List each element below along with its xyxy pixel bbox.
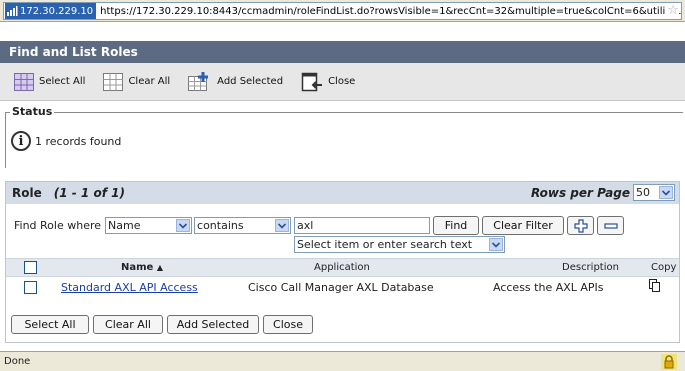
rows-per-page: Rows per Page 50 [531,184,675,201]
copy-icon[interactable] [649,279,661,295]
select-all-row-checkbox[interactable] [24,261,37,274]
bottom-add-selected-button[interactable]: Add Selected [167,315,259,334]
clear-all-grid-icon [103,72,124,91]
url-field[interactable]: 172.30.229.10 https://172.30.229.10:8443… [3,2,682,20]
results-panel: Role (1 - 1 of 1) Rows per Page 50 Find … [5,181,680,343]
role-name-link[interactable]: Standard AXL API Access [61,281,198,294]
sort-ascending-icon: ▲ [156,263,163,272]
status-message-text: 1 records found [35,134,122,148]
rows-per-page-select[interactable]: 50 [633,184,675,201]
search-operator-select[interactable]: contains [194,217,292,234]
roles-table: Name ▲ Application Description Copy Stan… [6,258,679,297]
minus-icon [603,222,618,229]
find-label: Find Role where [14,219,102,232]
toolbar-select-all-label: Select All [39,76,86,87]
browser-status-bar: Done [0,351,685,371]
browser-address-bar: 172.30.229.10 https://172.30.229.10:8443… [0,0,685,22]
bottom-close-button[interactable]: Close [263,315,313,334]
find-button[interactable]: Find [433,216,480,235]
browser-status-text: Done [4,356,31,367]
search-input[interactable]: axl [294,217,431,234]
site-ip-label: 172.30.229.10 [20,5,94,17]
status-message: i 1 records found [11,131,121,151]
toolbar-add-selected-label: Add Selected [217,76,284,87]
clear-filter-button[interactable]: Clear Filter [482,216,565,235]
search-field-select[interactable]: Name [105,217,193,234]
column-header-name[interactable]: Name ▲ [121,262,163,273]
bookmark-star-icon[interactable]: ☆ [665,3,679,18]
site-identity-chip[interactable]: 172.30.229.10 [5,3,97,19]
toolbar-close-label: Close [328,76,356,87]
column-header-description[interactable]: Description [562,262,619,273]
results-count: (1 - 1 of 1) [53,186,125,200]
status-legend: Status [10,105,55,118]
results-header: Role (1 - 1 of 1) Rows per Page 50 [6,182,679,204]
chevron-down-icon[interactable] [275,219,290,232]
search-row: Find Role where Name contains axl Find C… [14,216,625,235]
lock-icon[interactable] [661,354,677,370]
status-fieldset: Status i 1 records found [5,105,683,168]
search-hint-text: Select item or enter search text [297,238,473,251]
toolbar-clear-all-button[interactable]: Clear All [103,72,171,91]
chevron-down-icon[interactable] [176,219,191,232]
plus-icon [573,218,588,233]
toolbar-clear-all-label: Clear All [128,76,171,87]
search-operator-value: contains [197,219,244,232]
bottom-select-all-button[interactable]: Select All [11,315,89,334]
rows-per-page-label: Rows per Page [531,185,630,200]
page-title: Find and List Roles [0,41,685,63]
search-field-value: Name [108,219,141,232]
table-row: Standard AXL API Access Cisco Call Manag… [6,277,679,297]
column-header-copy[interactable]: Copy [651,262,676,273]
chevron-down-icon[interactable] [659,186,673,199]
role-description: Access the AXL APIs [493,280,604,294]
role-application: Cisco Call Manager AXL Database [248,280,434,294]
table-header-row: Name ▲ Application Description Copy [6,258,679,277]
url-text: https://172.30.229.10:8443/ccmadmin/role… [100,5,682,17]
select-all-grid-icon [14,72,34,91]
toolbar-select-all-button[interactable]: Select All [14,72,86,91]
info-icon: i [11,131,31,151]
signal-icon [7,6,18,16]
toolbar-close-button[interactable]: Close [301,72,355,92]
add-selected-icon [188,71,209,91]
toolbar-add-selected-button[interactable]: Add Selected [188,71,284,92]
rows-per-page-value: 50 [636,186,650,199]
toolbar: Select All Clear All Add Selected Close [0,63,685,101]
column-header-application[interactable]: Application [314,262,370,273]
add-criteria-button[interactable] [567,216,595,235]
chevron-down-icon[interactable] [489,238,503,251]
results-heading: Role [12,186,42,200]
column-header-name-label: Name [121,262,154,273]
row-checkbox[interactable] [24,280,37,294]
close-door-icon [301,72,323,91]
bottom-button-bar: Select All Clear All Add Selected Close [11,315,317,334]
remove-criteria-button[interactable] [597,216,625,235]
search-hint-select[interactable]: Select item or enter search text [294,236,505,253]
bottom-clear-all-button[interactable]: Clear All [93,315,163,334]
